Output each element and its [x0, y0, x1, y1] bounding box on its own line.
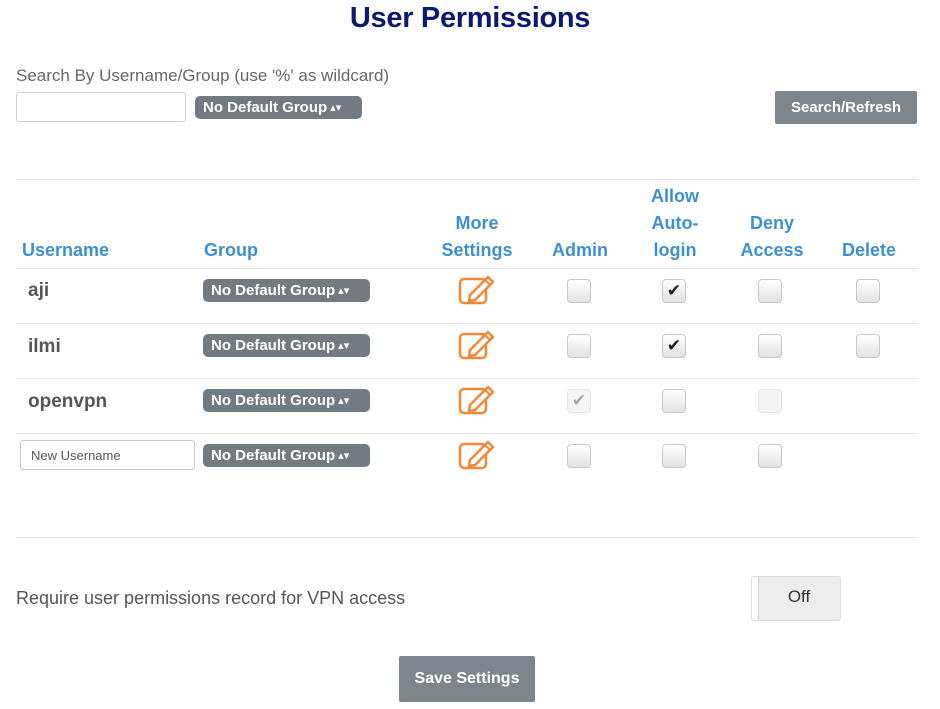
search-group-select[interactable]: No Default Group ▴▾	[195, 96, 362, 119]
require-permissions-label: Require user permissions record for VPN …	[16, 588, 406, 608]
header-auto-login-line: Auto-	[651, 213, 699, 233]
updown-arrows-icon: ▴▾	[338, 285, 350, 297]
header-delete: Delete	[841, 240, 897, 260]
admin-checkbox[interactable]	[567, 334, 591, 358]
checkmark-icon: ✔	[666, 336, 682, 355]
header-more-settings: More Settings	[428, 210, 526, 264]
checkmark-icon: ✔	[571, 391, 587, 410]
new-row-group-select[interactable]: No Default Group ▴▾	[203, 444, 370, 467]
header-auto-login: Allow Auto- login	[634, 183, 716, 264]
header-username: Username	[22, 240, 110, 260]
row-username: ilmi	[28, 336, 61, 357]
header-auto-login-line: Allow	[651, 186, 699, 206]
pencil-square-icon[interactable]	[458, 328, 496, 360]
pencil-square-icon[interactable]	[458, 273, 496, 305]
row-group-select-label: No Default Group	[211, 337, 336, 354]
divider	[16, 323, 918, 324]
require-permissions-toggle[interactable]: Off	[751, 576, 841, 621]
auto-login-checkbox[interactable]	[662, 444, 686, 468]
search-input[interactable]	[16, 92, 186, 122]
deny-access-checkbox[interactable]	[758, 444, 782, 468]
header-group: Group	[204, 240, 258, 260]
deny-access-checkbox	[758, 389, 782, 413]
divider	[16, 378, 918, 379]
admin-checkbox: ✔	[567, 389, 591, 413]
updown-arrows-icon: ▴▾	[338, 395, 350, 407]
admin-checkbox[interactable]	[567, 444, 591, 468]
header-deny-access-line: Deny	[749, 213, 794, 233]
pencil-square-icon[interactable]	[458, 383, 496, 415]
header-deny-access-line: Access	[740, 240, 804, 260]
deny-access-checkbox[interactable]	[758, 334, 782, 358]
header-deny-access: Deny Access	[728, 210, 816, 264]
save-settings-button[interactable]: Save Settings	[399, 656, 535, 702]
row-group-select[interactable]: No Default Group ▴▾	[203, 389, 370, 412]
search-group-select-label: No Default Group	[203, 99, 328, 116]
header-auto-login-line: login	[653, 240, 697, 260]
page-title: User Permissions	[349, 2, 591, 34]
auto-login-checkbox[interactable]	[662, 389, 686, 413]
search-refresh-button[interactable]: Search/Refresh	[775, 91, 917, 124]
checkmark-icon: ✔	[666, 281, 682, 300]
row-username: aji	[28, 280, 50, 301]
deny-access-checkbox[interactable]	[758, 279, 782, 303]
divider	[16, 433, 918, 434]
new-username-input[interactable]	[20, 440, 195, 470]
updown-arrows-icon: ▴▾	[338, 340, 350, 352]
updown-arrows-icon: ▴▾	[338, 450, 350, 462]
auto-login-checkbox[interactable]: ✔	[662, 279, 686, 303]
pencil-square-icon[interactable]	[458, 438, 496, 470]
row-group-select[interactable]: No Default Group ▴▾	[203, 279, 370, 302]
row-group-select-label: No Default Group	[211, 282, 336, 299]
header-admin: Admin	[552, 240, 608, 260]
divider	[16, 179, 918, 180]
divider	[16, 537, 918, 538]
header-more-settings-line: More	[455, 213, 499, 233]
row-username: openvpn	[28, 391, 108, 412]
row-group-select-label: No Default Group	[211, 392, 336, 409]
search-label: Search By Username/Group (use '%' as wil…	[16, 66, 390, 85]
toggle-label: Off	[787, 587, 811, 606]
new-row-group-select-label: No Default Group	[211, 447, 336, 464]
header-more-settings-line: Settings	[441, 240, 513, 260]
delete-checkbox[interactable]	[856, 334, 880, 358]
updown-arrows-icon: ▴▾	[330, 102, 342, 114]
row-group-select[interactable]: No Default Group ▴▾	[203, 334, 370, 357]
auto-login-checkbox[interactable]: ✔	[662, 334, 686, 358]
delete-checkbox[interactable]	[856, 279, 880, 303]
admin-checkbox[interactable]	[567, 279, 591, 303]
divider	[16, 268, 918, 269]
